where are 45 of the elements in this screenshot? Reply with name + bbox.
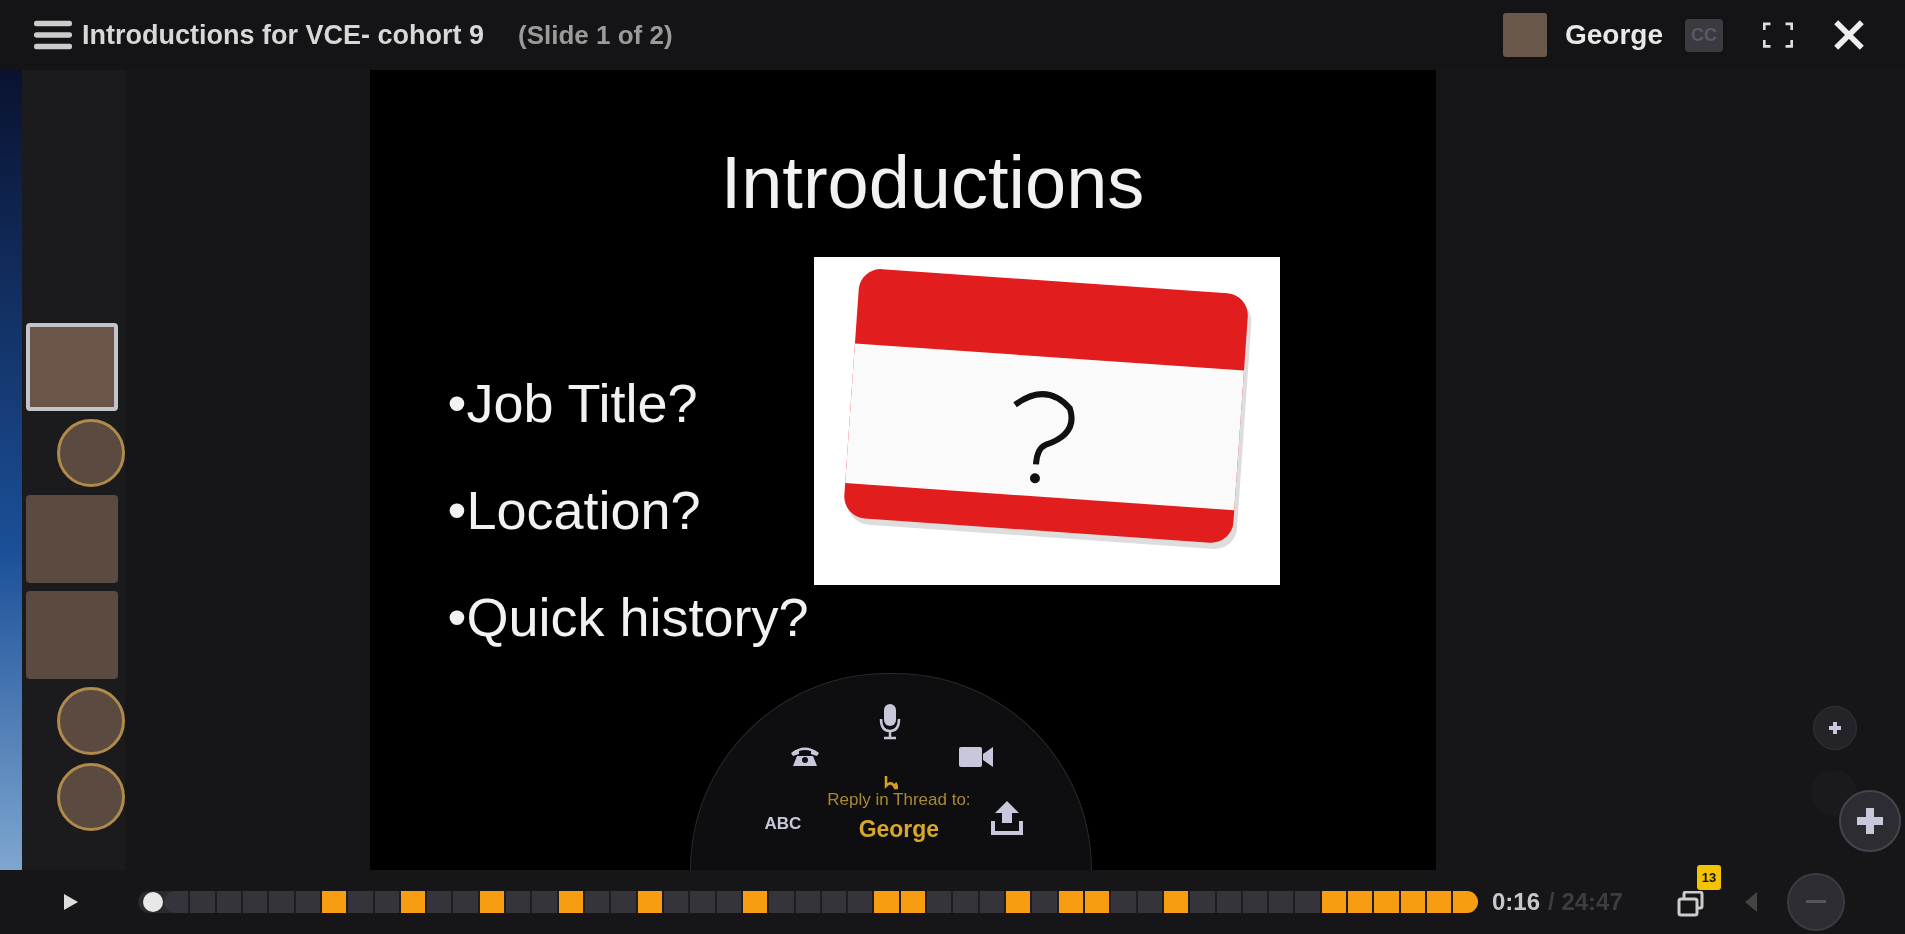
timeline-segment[interactable] bbox=[1006, 891, 1031, 913]
timeline-segment[interactable] bbox=[742, 891, 768, 913]
timeline-segment[interactable] bbox=[1400, 891, 1425, 913]
bullet-text: •Job Title? bbox=[447, 372, 699, 434]
layers-icon[interactable] bbox=[1676, 891, 1705, 917]
presentation-title: Introductions for VCE- cohort 9 bbox=[82, 19, 484, 51]
comment-count-badge: 13 bbox=[1696, 865, 1722, 890]
microphone-icon[interactable] bbox=[878, 704, 901, 740]
timeline-segment[interactable] bbox=[400, 891, 426, 913]
timeline-segment[interactable] bbox=[1453, 891, 1478, 913]
slide-title: Introductions bbox=[719, 140, 1146, 225]
play-icon[interactable] bbox=[64, 894, 78, 910]
timeline-segment[interactable] bbox=[479, 891, 505, 913]
reply-prompt: Reply in Thread to: bbox=[827, 790, 971, 810]
plus-icon bbox=[1827, 720, 1843, 736]
menu-icon[interactable] bbox=[34, 19, 72, 51]
user-name: George bbox=[1564, 19, 1663, 51]
timeline-segment[interactable] bbox=[1348, 891, 1373, 913]
user-avatar-placeholder bbox=[1502, 13, 1547, 57]
close-icon[interactable] bbox=[1833, 19, 1865, 51]
current-time: 0:16 bbox=[1492, 888, 1541, 916]
zoom-in-button[interactable] bbox=[1813, 706, 1857, 750]
timeline-thumb[interactable] bbox=[142, 892, 163, 912]
plus-icon bbox=[1855, 806, 1885, 836]
timeline-segment[interactable] bbox=[900, 891, 926, 913]
fullscreen-icon[interactable] bbox=[1763, 22, 1793, 48]
timeline-segment[interactable] bbox=[1084, 891, 1110, 913]
upload-icon[interactable] bbox=[990, 798, 1023, 835]
timeline-segment[interactable] bbox=[1163, 891, 1189, 913]
timeline-segment[interactable] bbox=[1321, 891, 1347, 913]
video-camera-icon[interactable] bbox=[958, 746, 993, 768]
timeline-segment[interactable] bbox=[321, 891, 347, 913]
timeline-segment[interactable] bbox=[1427, 891, 1452, 913]
bullet-text: •Quick history? bbox=[447, 586, 810, 648]
timeline-segment[interactable] bbox=[558, 891, 583, 913]
minus-icon bbox=[1805, 900, 1826, 904]
left-arrow-icon[interactable] bbox=[1744, 892, 1757, 912]
timeline-segment[interactable] bbox=[637, 891, 662, 913]
slide-indicator: (Slide 1 of 2) bbox=[518, 19, 673, 51]
reply-recipient: George bbox=[858, 816, 940, 843]
bullet-text: •Location? bbox=[447, 479, 702, 541]
timeline-track[interactable] bbox=[138, 891, 1478, 913]
timeline-segment[interactable] bbox=[1058, 891, 1083, 913]
avatar-placeholder[interactable] bbox=[26, 323, 118, 411]
text-reply-button[interactable]: ABC bbox=[758, 812, 808, 835]
